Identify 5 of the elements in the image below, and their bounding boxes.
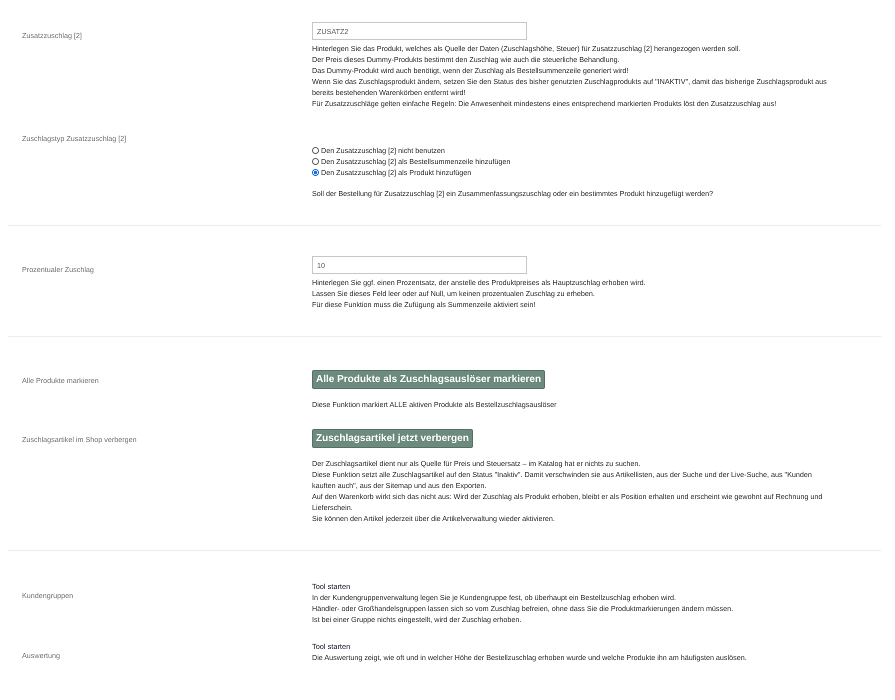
radio-button[interactable]	[312, 147, 319, 154]
radio-button[interactable]	[312, 158, 319, 165]
action-button[interactable]: Alle Produkte als Zuschlagsauslöser markieren	[312, 370, 546, 389]
action-button[interactable]: Zuschlagsartikel jetzt verbergen	[312, 429, 473, 448]
radio-button[interactable]	[312, 169, 319, 176]
